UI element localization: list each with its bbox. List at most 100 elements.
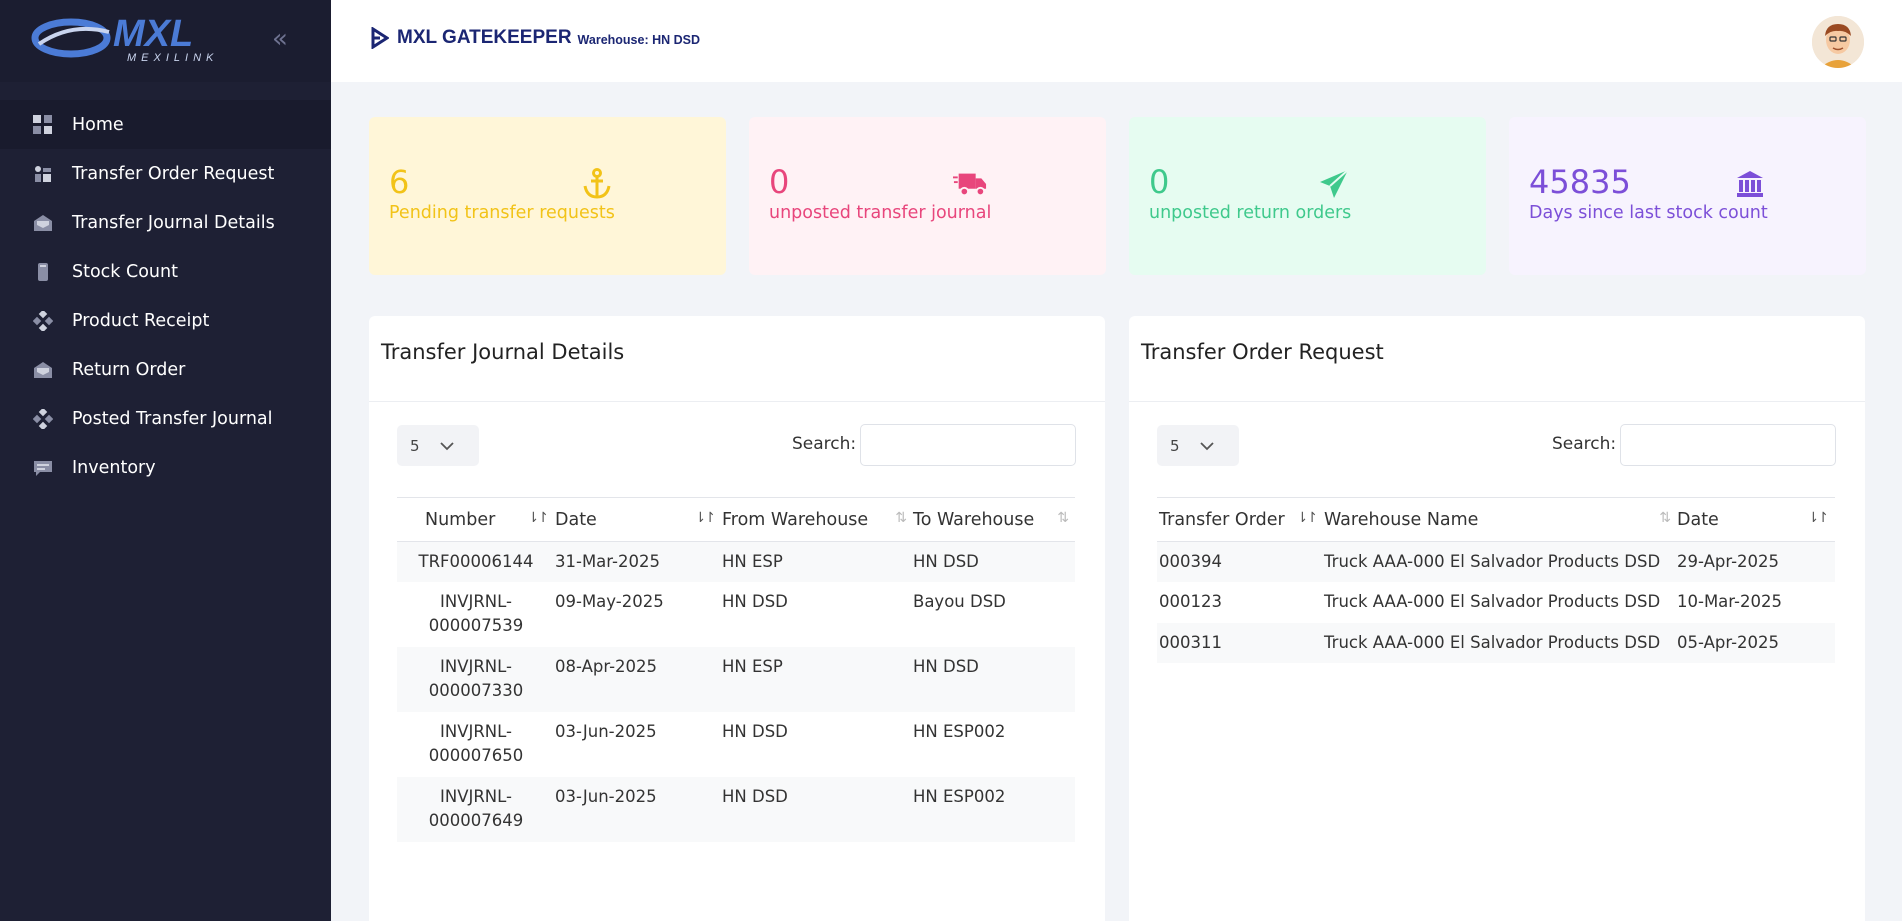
page-length-select[interactable]: 5 [1157,425,1239,466]
sort-icon: ⇅ [1659,510,1671,526]
table-row[interactable]: INVJRNL- 000007650 03-Jun-2025 HN DSD HN… [397,712,1075,777]
card-unposted-return-orders[interactable]: 0 unposted return orders [1129,117,1486,275]
cell-warehouse-name: Truck AAA-000 El Salvador Products DSD [1324,591,1661,611]
cell-number: INVJRNL- 000007539 [428,591,524,635]
sidebar: MXL MEXILINK « Home Transfer Order Reque… [0,0,331,921]
table-header-row: Number ⇂↾ Date ⇂↾ From Warehouse ⇅ To Wareh… [397,497,1075,542]
sidebar-item-label: Product Receipt [72,310,210,331]
column-header-from-warehouse[interactable]: From Warehouse ⇅ [722,497,913,542]
top-header: MXL GATEKEEPER Warehouse: HN DSD [331,0,1902,82]
card-value: 45835 [1529,163,1631,201]
sidebar-item-label: Inventory [72,457,156,478]
cell-from-warehouse: HN DSD [722,721,788,741]
column-header-to-warehouse[interactable]: To Warehouse ⇅ [913,497,1075,542]
search-input[interactable] [860,424,1076,466]
search-input[interactable] [1620,424,1836,466]
sidebar-item-label: Posted Transfer Journal [72,408,273,429]
anchor-icon [580,167,614,201]
truck-icon [953,167,987,201]
transfer-order-icon [32,163,54,185]
sidebar-item-label: Stock Count [72,261,178,282]
sidebar-item-label: Transfer Order Request [72,163,275,184]
cell-number: INVJRNL- 000007330 [397,646,555,712]
app-title: MXL GATEKEEPER [397,27,572,48]
column-header-warehouse-name[interactable]: Warehouse Name ⇅ [1324,497,1677,542]
table-row[interactable]: INVJRNL- 000007649 03-Jun-2025 HN DSD HN… [397,776,1075,842]
gatekeeper-icon [371,27,389,49]
sort-icon: ⇂↾ [527,510,550,526]
cell-number: TRF00006144 [397,541,555,582]
sidebar-header: MXL MEXILINK « [0,0,331,82]
divider [369,401,1105,402]
sidebar-item-inventory[interactable]: Inventory [0,443,331,492]
bank-icon [1733,167,1767,201]
panel-title: Transfer Journal Details [381,340,625,364]
panel-title: Transfer Order Request [1141,340,1384,364]
diamond-icon [32,310,54,332]
search-label: Search: [792,434,857,454]
envelope-icon [32,359,54,381]
mexilink-logo[interactable]: MXL MEXILINK [31,14,255,64]
cell-transfer-order: 000123 [1159,591,1222,611]
sidebar-item-home[interactable]: Home [0,100,331,149]
table-row[interactable]: 000394 Truck AAA-000 El Salvador Product… [1157,541,1835,582]
transfer-order-panel: Transfer Order Request 5 Search: Transfe… [1129,316,1865,921]
sidebar-item-stock-count[interactable]: Stock Count [0,247,331,296]
home-icon [32,114,54,136]
card-pending-transfer-requests[interactable]: 6 Pending transfer requests [369,117,726,275]
table-row[interactable]: INVJRNL- 000007330 08-Apr-2025 HN ESP HN… [397,646,1075,712]
cell-from-warehouse: HN ESP [722,646,913,712]
card-value: 0 [769,163,790,201]
card-label: Pending transfer requests [389,203,615,223]
message-icon [32,457,54,479]
table-row[interactable]: TRF00006144 31-Mar-2025 HN ESP HN DSD [397,541,1075,582]
chevron-down-icon [439,437,454,455]
sidebar-item-product-receipt[interactable]: Product Receipt [0,296,331,345]
app-brand: MXL GATEKEEPER Warehouse: HN DSD [371,27,700,49]
cell-to-warehouse: HN ESP002 [913,776,1075,842]
sidebar-item-transfer-journal-details[interactable]: Transfer Journal Details [0,198,331,247]
envelope-icon [32,212,54,234]
card-unposted-transfer-journal[interactable]: 0 unposted transfer journal [749,117,1106,275]
cell-date: 03-Jun-2025 [555,721,657,741]
sidebar-item-return-order[interactable]: Return Order [0,345,331,394]
cell-date: 31-Mar-2025 [555,541,722,582]
sidebar-item-posted-transfer-journal[interactable]: Posted Transfer Journal [0,394,331,443]
sidebar-item-label: Home [72,114,124,135]
card-label: unposted transfer journal [769,203,992,223]
table-row[interactable]: INVJRNL- 000007539 09-May-2025 HN DSD Ba… [397,582,1075,647]
cell-to-warehouse: HN DSD [913,646,1075,712]
chevron-down-icon [1199,437,1214,455]
card-label: Days since last stock count [1529,203,1768,223]
cell-from-warehouse: HN DSD [722,591,788,611]
cell-date: 05-Apr-2025 [1677,622,1835,663]
table-row[interactable]: 000123 Truck AAA-000 El Salvador Product… [1157,582,1835,623]
table-row[interactable]: 000311 Truck AAA-000 El Salvador Product… [1157,622,1835,663]
sidebar-item-transfer-order-request[interactable]: Transfer Order Request [0,149,331,198]
cell-warehouse-name: Truck AAA-000 El Salvador Products DSD [1324,622,1677,663]
diamond-icon [32,408,54,430]
cell-transfer-order: 000394 [1157,541,1324,582]
warehouse-label: Warehouse: HN DSD [577,33,701,47]
page-length-value: 5 [410,436,420,455]
collapse-sidebar-icon[interactable]: « [272,24,288,54]
avatar[interactable] [1812,16,1864,68]
card-days-since-stock-count[interactable]: 45835 Days since last stock count [1509,117,1866,275]
cell-transfer-order: 000311 [1157,622,1324,663]
table-header-row: Transfer Order ⇂↾ Warehouse Name ⇅ Date ⇂↾ [1157,497,1835,542]
page-length-value: 5 [1170,436,1180,455]
sort-icon: ⇂↾ [694,510,717,526]
card-value: 0 [1149,163,1170,201]
cell-date: 08-Apr-2025 [555,646,722,712]
column-header-date[interactable]: Date ⇂↾ [1677,497,1835,542]
column-header-number[interactable]: Number ⇂↾ [397,497,555,542]
cell-to-warehouse: HN DSD [913,541,1075,582]
cell-number: INVJRNL- 000007650 [428,721,524,765]
sort-icon: ⇂↾ [1807,510,1830,526]
cell-number: INVJRNL- 000007649 [397,776,555,842]
column-header-date[interactable]: Date ⇂↾ [555,497,722,542]
column-header-transfer-order[interactable]: Transfer Order ⇂↾ [1157,497,1324,542]
cell-to-warehouse: Bayou DSD [913,591,1006,611]
sort-icon: ⇅ [895,510,907,526]
page-length-select[interactable]: 5 [397,425,479,466]
